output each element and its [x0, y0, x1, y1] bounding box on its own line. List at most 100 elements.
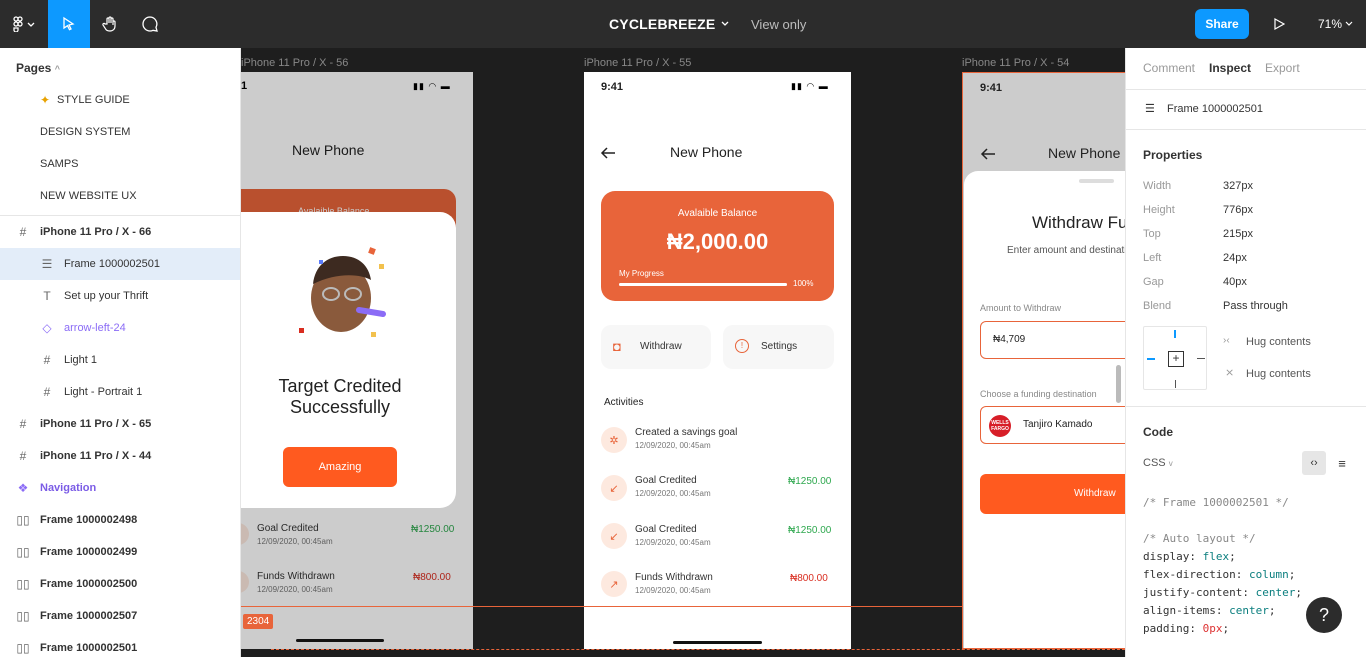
wallet-icon: ◘ [613, 339, 621, 354]
zoom-dropdown[interactable]: 71% [1318, 0, 1356, 48]
layer-item[interactable]: ▯▯ Frame 1000002499 [0, 536, 240, 568]
design-canvas[interactable]: iPhone 11 Pro / X - 56 iPhone 11 Pro / X… [241, 48, 1125, 657]
frame-icon: # [19, 449, 27, 463]
layer-label: Light - Portrait 1 [64, 386, 143, 398]
page-item[interactable]: SAMPS [0, 148, 240, 180]
present-button[interactable] [1264, 0, 1294, 48]
frame-label[interactable]: iPhone 11 Pro / X - 56 [241, 57, 348, 69]
property-value[interactable]: 40px [1223, 276, 1247, 288]
tab-inspect[interactable]: Inspect [1209, 61, 1251, 75]
hug-vertical-icon: ⨯ [1225, 367, 1235, 379]
layer-item[interactable]: # iPhone 11 Pro / X - 44 [0, 440, 240, 472]
constraint-center-icon: + [1168, 351, 1184, 367]
file-title[interactable]: CYCLEBREEZE [609, 0, 733, 48]
property-value[interactable]: 776px [1223, 204, 1253, 216]
frame-label[interactable]: iPhone 11 Pro / X - 55 [584, 57, 691, 69]
back-arrow-icon[interactable] [980, 147, 996, 161]
frame-icon: # [43, 353, 51, 367]
info-icon: ! [735, 339, 749, 353]
layer-item[interactable]: ▯▯ Frame 1000002498 [0, 504, 240, 536]
comment-tool-button[interactable] [130, 0, 170, 48]
layer-item[interactable]: ◇ arrow-left-24 [0, 312, 240, 344]
share-button[interactable]: Share [1195, 9, 1249, 39]
property-label: Top [1143, 228, 1161, 240]
layer-item[interactable]: # Light - Portrait 1 [0, 376, 240, 408]
css-value: flex [1202, 550, 1230, 563]
screen-title: New Phone [1048, 145, 1121, 161]
component-icon: ❖ [17, 481, 29, 495]
code-comment: /* Frame 1000002501 */ [1143, 496, 1289, 509]
css-value: column [1248, 568, 1289, 581]
layer-item[interactable]: # Light 1 [0, 344, 240, 376]
layer-label: Set up your Thrift [64, 290, 149, 302]
divider [1126, 406, 1366, 407]
chevron-up-icon: ^ [54, 64, 60, 74]
code-view-toggle[interactable]: ‹› [1302, 451, 1326, 475]
settings-action[interactable]: ! Settings [723, 325, 834, 369]
css-value: center [1229, 604, 1269, 617]
amount-label: Amount to Withdraw [980, 303, 1062, 313]
tab-export[interactable]: Export [1265, 61, 1300, 75]
phone-frame-54[interactable]: 9:41 New Phone Withdraw Fu Enter amount … [962, 72, 1125, 649]
layer-item-selected[interactable]: ☰ Frame 1000002501 [0, 248, 240, 280]
activity-list: ✲ Created a savings goal 12/09/2020, 00:… [584, 424, 851, 604]
css-value: 0px [1202, 622, 1223, 635]
withdraw-button[interactable]: Withdraw [980, 474, 1125, 514]
account-name: Tanjiro Kamado [1023, 419, 1093, 430]
constraint-right [1197, 358, 1205, 359]
layer-item[interactable]: # iPhone 11 Pro / X - 66 [0, 216, 240, 248]
frame-label[interactable]: iPhone 11 Pro / X - 54 [962, 57, 1069, 69]
zoom-value: 71% [1318, 17, 1343, 31]
balance-card: Avalaible Balance ₦2,000.00 My Progress … [601, 191, 834, 301]
layer-item[interactable]: ▯▯ Frame 1000002507 [0, 600, 240, 632]
phone-frame-55[interactable]: 9:41 ▮▮ ◠ ▬ New Phone Avalaible Balance … [584, 72, 851, 649]
tab-comment[interactable]: Comment [1143, 61, 1195, 75]
hand-tool-button[interactable] [90, 0, 130, 48]
hug-horizontal-label: Hug contents [1246, 336, 1311, 348]
selection-guide [271, 649, 1125, 650]
property-value[interactable]: 24px [1223, 252, 1247, 264]
activity-amount: ₦1250.00 [788, 476, 832, 487]
text-icon: T [43, 289, 51, 303]
page-item[interactable]: DESIGN SYSTEM [0, 116, 240, 148]
celebration-avatar-icon [299, 247, 386, 337]
withdraw-action[interactable]: ◘ Withdraw [601, 325, 711, 369]
back-arrow-icon[interactable] [600, 146, 616, 160]
page-item[interactable]: NEW WEBSITE UX [0, 180, 240, 212]
property-value[interactable]: 327px [1223, 180, 1253, 192]
property-value[interactable]: 215px [1223, 228, 1253, 240]
layer-item[interactable]: T Set up your Thrift [0, 280, 240, 312]
property-value[interactable]: Pass through [1223, 300, 1288, 312]
move-tool-button[interactable] [48, 0, 90, 48]
pages-header[interactable]: Pages ^ [16, 61, 60, 75]
amount-input[interactable]: ₦4,709 [980, 321, 1125, 359]
funding-destination-select[interactable]: WELLS FARGO Tanjiro Kamado [980, 406, 1125, 444]
code-language-dropdown[interactable]: CSS v [1143, 457, 1173, 469]
list-view-toggle[interactable]: ≡ [1330, 451, 1354, 475]
layer-item[interactable]: ❖ Navigation [0, 472, 240, 504]
phone-frame-56[interactable]: 1 ▮▮ ◠ ▬ New Phone Avalaible Balance Goa… [241, 72, 473, 649]
arrow-down-left-icon: ↙ [601, 523, 627, 549]
amazing-button[interactable]: Amazing [283, 447, 397, 487]
balance-label: Avalaible Balance [677, 208, 758, 219]
layer-label: Frame 1000002499 [40, 546, 138, 558]
file-title-text: CYCLEBREEZE [609, 16, 716, 32]
layer-item[interactable]: ▯▯ Frame 1000002500 [0, 568, 240, 600]
sheet-handle[interactable] [1079, 179, 1114, 183]
funding-label: Choose a funding destination [980, 389, 1097, 399]
autolayout-horizontal-icon: ▯▯ [16, 545, 30, 559]
css-value: center [1255, 586, 1296, 599]
help-button[interactable]: ? [1306, 597, 1342, 633]
main-menu-button[interactable] [0, 0, 48, 48]
hug-horizontal-icon: ›‹ [1223, 335, 1230, 346]
layer-item[interactable]: ▯▯ Frame 1000002501 [0, 632, 240, 657]
layer-label: Frame 1000002507 [40, 610, 138, 622]
layer-item[interactable]: # iPhone 11 Pro / X - 65 [0, 408, 240, 440]
scrollbar[interactable] [1116, 365, 1121, 403]
autolayout-horizontal-icon: ▯▯ [16, 577, 30, 591]
page-item[interactable]: ✦ STYLE GUIDE [0, 84, 240, 116]
progress-track [619, 283, 787, 286]
css-property: align-items [1143, 604, 1216, 617]
selected-layer-name: Frame 1000002501 [1167, 103, 1264, 115]
progress-label: My Progress [619, 269, 664, 278]
